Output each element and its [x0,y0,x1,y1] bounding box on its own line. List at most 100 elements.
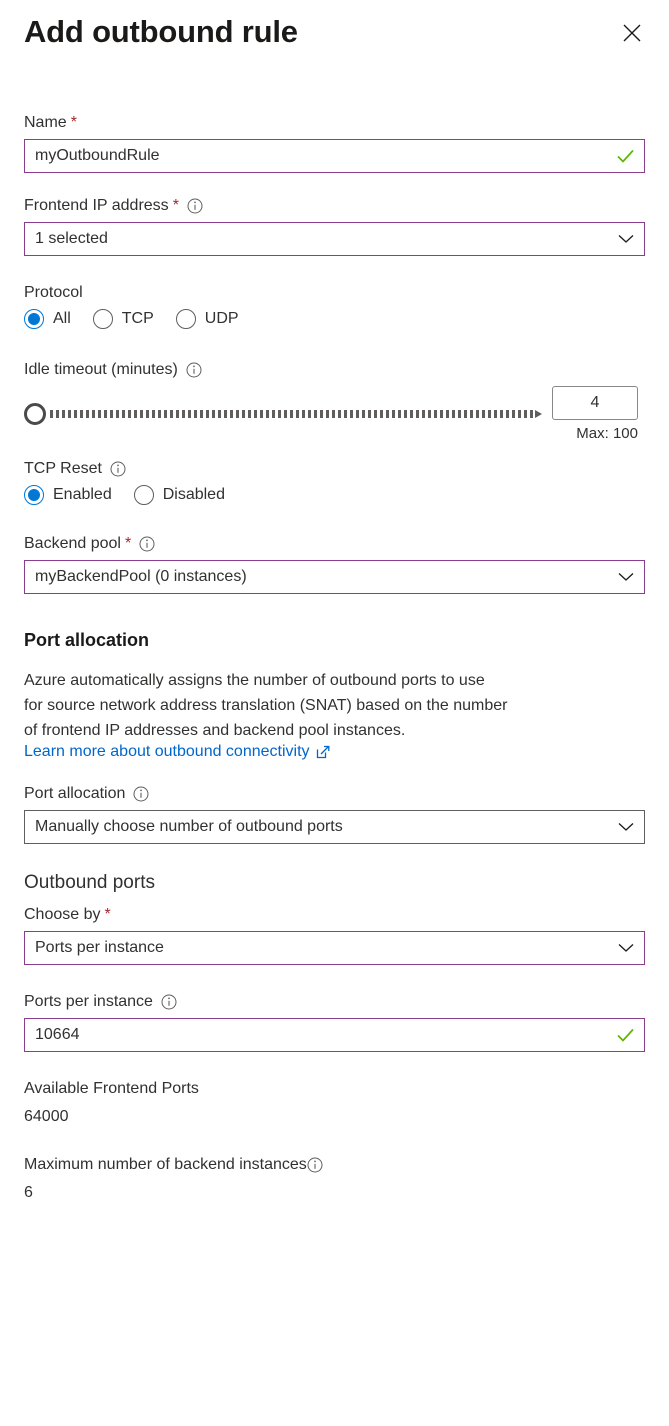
backend-pool-label-row: Backend pool * [24,533,645,555]
tcp-reset-radio-group: Enabled Disabled [24,485,645,505]
page-title: Add outbound rule [24,12,645,52]
protocol-label-row: Protocol [24,282,645,304]
checkmark-icon [612,1028,634,1042]
radio-label: TCP [122,309,154,329]
ports-per-instance-label: Ports per instance [24,991,153,1013]
name-label: Name [24,112,67,134]
radio-tcp-reset-enabled[interactable]: Enabled [24,485,112,505]
ports-per-instance-value: 10664 [35,1025,612,1045]
radio-indicator [24,485,44,505]
learn-more-link-text: Learn more about outbound connectivity [24,743,310,761]
available-frontend-ports: Available Frontend Ports 64000 [24,1078,645,1128]
idle-timeout-label-row: Idle timeout (minutes) [24,359,645,381]
field-protocol: Protocol All TCP UDP [24,282,645,329]
idle-timeout-input[interactable]: 4 [552,386,638,420]
frontend-ip-label-row: Frontend IP address * [24,195,645,217]
description-line-3: of frontend IP addresses and backend poo… [24,718,645,743]
backend-pool-value: myBackendPool (0 instances) [35,567,612,587]
slider-track [50,410,536,418]
info-icon[interactable] [133,786,149,802]
idle-timeout-spinner-wrap: 4 Max: 100 [552,386,638,442]
port-allocation-description: Azure automatically assigns the number o… [24,668,645,761]
outbound-ports-heading: Outbound ports [24,870,645,896]
tcp-reset-label: TCP Reset [24,458,102,480]
frontend-ip-value: 1 selected [35,229,612,249]
frontend-ip-label: Frontend IP address [24,195,169,217]
blade-header: Add outbound rule [24,0,645,74]
max-backend-instances-label-row: Maximum number of backend instances [24,1154,645,1176]
description-line-2: for source network address translation (… [24,693,645,718]
close-button[interactable] [615,16,649,50]
external-link-icon [316,745,330,759]
idle-timeout-max-note: Max: 100 [552,425,638,442]
protocol-label: Protocol [24,282,83,304]
field-idle-timeout: Idle timeout (minutes) 4 Max: 100 [24,359,645,442]
radio-indicator [93,309,113,329]
info-icon[interactable] [186,362,202,378]
choose-by-dropdown[interactable]: Ports per instance [24,931,645,965]
chevron-down-icon [612,234,634,244]
info-icon[interactable] [161,994,177,1010]
choose-by-label: Choose by [24,904,101,926]
description-line-1: Azure automatically assigns the number o… [24,668,645,693]
radio-protocol-all[interactable]: All [24,309,71,329]
info-icon[interactable] [110,461,126,477]
max-backend-instances-label: Maximum number of backend instances [24,1154,307,1176]
max-backend-instances: Maximum number of backend instances 6 [24,1154,645,1204]
radio-label: UDP [205,309,239,329]
outbound-ports-subsection: Outbound ports Choose by * Ports per ins… [24,870,645,1204]
info-icon[interactable] [187,198,203,214]
idle-timeout-slider-row: 4 Max: 100 [24,386,645,442]
radio-label: All [53,309,71,329]
backend-pool-dropdown[interactable]: myBackendPool (0 instances) [24,560,645,594]
tcp-reset-label-row: TCP Reset [24,458,645,480]
learn-more-link[interactable]: Learn more about outbound connectivity [24,743,330,761]
field-frontend-ip: Frontend IP address * 1 selected [24,195,645,256]
ports-per-instance-input[interactable]: 10664 [24,1018,645,1052]
radio-indicator [134,485,154,505]
required-asterisk: * [71,115,77,131]
close-icon [622,23,642,43]
required-asterisk: * [105,907,111,923]
radio-tcp-reset-disabled[interactable]: Disabled [134,485,225,505]
chevron-down-icon [612,943,634,953]
field-name: Name * myOutboundRule [24,112,645,173]
field-tcp-reset: TCP Reset Enabled Disabled [24,458,645,505]
port-allocation-label-row: Port allocation [24,783,645,805]
name-input-value: myOutboundRule [35,146,612,166]
port-allocation-label: Port allocation [24,783,125,805]
radio-protocol-tcp[interactable]: TCP [93,309,154,329]
backend-pool-label: Backend pool [24,533,121,555]
port-allocation-section: Port allocation Azure automatically assi… [24,628,645,761]
chevron-down-icon [612,822,634,832]
field-choose-by: Choose by * Ports per instance [24,904,645,965]
choose-by-label-row: Choose by * [24,904,645,926]
idle-timeout-label: Idle timeout (minutes) [24,359,178,381]
ports-per-instance-label-row: Ports per instance [24,991,645,1013]
slider-thumb[interactable] [24,403,46,425]
port-allocation-heading: Port allocation [24,628,645,652]
slider-track-arrow [535,410,542,418]
available-frontend-ports-value: 64000 [24,1106,645,1128]
radio-label: Disabled [163,485,225,505]
field-ports-per-instance: Ports per instance 10664 [24,991,645,1052]
port-allocation-value: Manually choose number of outbound ports [35,817,612,837]
frontend-ip-dropdown[interactable]: 1 selected [24,222,645,256]
max-backend-instances-value: 6 [24,1182,645,1204]
choose-by-value: Ports per instance [35,938,612,958]
required-asterisk: * [125,536,131,552]
radio-indicator [176,309,196,329]
idle-timeout-slider[interactable] [24,399,542,429]
port-allocation-dropdown[interactable]: Manually choose number of outbound ports [24,810,645,844]
chevron-down-icon [612,572,634,582]
name-input[interactable]: myOutboundRule [24,139,645,173]
info-icon[interactable] [139,536,155,552]
add-outbound-rule-blade: Add outbound rule Name * myOutboundRule [0,0,669,1426]
protocol-radio-group: All TCP UDP [24,309,645,329]
info-icon[interactable] [307,1157,323,1173]
radio-label: Enabled [53,485,112,505]
field-port-allocation: Port allocation Manually choose number o… [24,783,645,844]
required-asterisk: * [173,198,179,214]
radio-protocol-udp[interactable]: UDP [176,309,239,329]
field-backend-pool: Backend pool * myBackendPool (0 instance… [24,533,645,594]
